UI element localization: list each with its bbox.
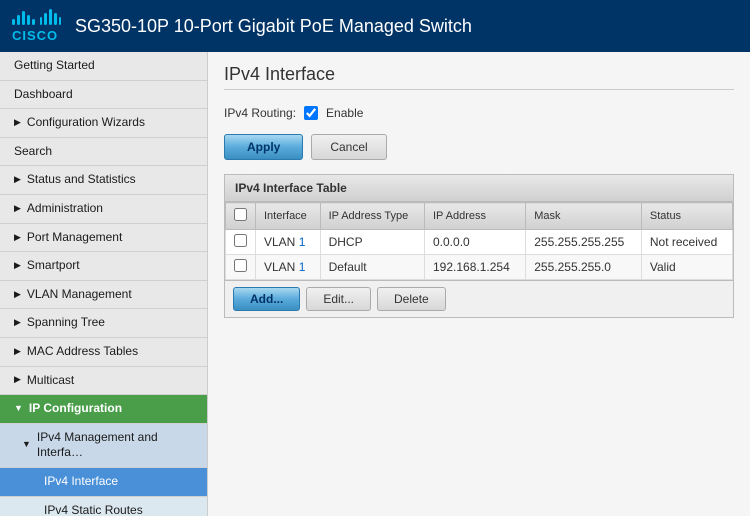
sidebar-item-administration[interactable]: ▶ Administration bbox=[0, 195, 207, 224]
col-header-status: Status bbox=[641, 203, 732, 230]
delete-button[interactable]: Delete bbox=[377, 287, 446, 311]
expand-icon: ▶ bbox=[14, 289, 21, 301]
cell-status: Valid bbox=[641, 255, 732, 280]
routing-label: IPv4 Routing: bbox=[224, 106, 296, 120]
sidebar-item-dashboard[interactable]: Dashboard bbox=[0, 81, 207, 110]
expand-icon: ▼ bbox=[22, 439, 31, 451]
expand-icon: ▶ bbox=[14, 232, 21, 244]
sidebar-item-label: Getting Started bbox=[14, 58, 95, 74]
add-button[interactable]: Add... bbox=[233, 287, 300, 311]
routing-checkbox[interactable] bbox=[304, 106, 318, 120]
cell-status: Not received bbox=[641, 230, 732, 255]
header: CISCO SG350-10P 10-Port Gigabit PoE Mana… bbox=[0, 0, 750, 52]
sidebar-item-port-management[interactable]: ▶ Port Management bbox=[0, 224, 207, 253]
cancel-button[interactable]: Cancel bbox=[311, 134, 386, 160]
table-action-row: Add... Edit... Delete bbox=[225, 280, 733, 317]
sidebar-item-label: Administration bbox=[27, 201, 103, 217]
cisco-logo-text: CISCO bbox=[12, 28, 61, 43]
cell-mask: 255.255.255.0 bbox=[526, 255, 642, 280]
sidebar-item-label: IPv4 Interface bbox=[44, 474, 118, 490]
row-checkbox-cell bbox=[226, 255, 256, 280]
sidebar-item-label: Multicast bbox=[27, 373, 74, 389]
sidebar-item-status-stats[interactable]: ▶ Status and Statistics bbox=[0, 166, 207, 195]
sidebar-item-label: Smartport bbox=[27, 258, 80, 274]
expand-icon: ▶ bbox=[14, 174, 21, 186]
cell-ip-type: DHCP bbox=[320, 230, 424, 255]
sidebar-item-label: Dashboard bbox=[14, 87, 73, 103]
sidebar-item-label: Configuration Wizards bbox=[27, 115, 145, 131]
sidebar-item-ipv4-static-routes[interactable]: IPv4 Static Routes bbox=[0, 497, 207, 516]
edit-button[interactable]: Edit... bbox=[306, 287, 371, 311]
vlan-link[interactable]: 1 bbox=[299, 260, 306, 274]
vlan-link[interactable]: 1 bbox=[299, 235, 306, 249]
routing-enable-label: Enable bbox=[326, 106, 363, 120]
sidebar-item-mac-address-tables[interactable]: ▶ MAC Address Tables bbox=[0, 338, 207, 367]
sidebar-item-label: IPv4 Static Routes bbox=[44, 503, 143, 516]
ipv4-interface-table: Interface IP Address Type IP Address Mas… bbox=[225, 202, 733, 280]
sidebar-item-ip-configuration[interactable]: ▼ IP Configuration bbox=[0, 395, 207, 424]
sidebar-item-label: Spanning Tree bbox=[27, 315, 105, 331]
cell-ip-type: Default bbox=[320, 255, 424, 280]
sidebar-item-ipv4-mgmt[interactable]: ▼ IPv4 Management and Interfa… bbox=[0, 424, 207, 468]
sidebar-item-spanning-tree[interactable]: ▶ Spanning Tree bbox=[0, 309, 207, 338]
sidebar-item-label: IP Configuration bbox=[29, 401, 122, 417]
sidebar-item-label: Status and Statistics bbox=[27, 172, 136, 188]
content-area: IPv4 Interface IPv4 Routing: Enable Appl… bbox=[208, 52, 750, 516]
apply-button[interactable]: Apply bbox=[224, 134, 303, 160]
sidebar-item-vlan-management[interactable]: ▶ VLAN Management bbox=[0, 281, 207, 310]
sidebar-item-label: IPv4 Management and Interfa… bbox=[37, 430, 197, 461]
table-row: VLAN 1DHCP0.0.0.0255.255.255.255Not rece… bbox=[226, 230, 733, 255]
cisco-logo: CISCO bbox=[12, 9, 61, 43]
cell-interface: VLAN 1 bbox=[256, 230, 321, 255]
sidebar-item-label: MAC Address Tables bbox=[27, 344, 138, 360]
sidebar: Getting Started Dashboard ▶ Configuratio… bbox=[0, 52, 208, 516]
button-row: Apply Cancel bbox=[224, 134, 734, 160]
sidebar-item-search[interactable]: Search bbox=[0, 138, 207, 167]
expand-icon: ▶ bbox=[14, 346, 21, 358]
select-all-checkbox[interactable] bbox=[234, 208, 247, 221]
table-title: IPv4 Interface Table bbox=[225, 175, 733, 202]
table-row: VLAN 1Default192.168.1.254255.255.255.0V… bbox=[226, 255, 733, 280]
cell-ip-address: 0.0.0.0 bbox=[425, 230, 526, 255]
main-layout: Getting Started Dashboard ▶ Configuratio… bbox=[0, 52, 750, 516]
expand-icon: ▶ bbox=[14, 374, 21, 386]
col-header-interface: Interface bbox=[256, 203, 321, 230]
sidebar-item-config-wizards[interactable]: ▶ Configuration Wizards bbox=[0, 109, 207, 138]
sidebar-item-label: Port Management bbox=[27, 230, 122, 246]
routing-row: IPv4 Routing: Enable bbox=[224, 102, 734, 124]
expand-icon: ▼ bbox=[14, 403, 23, 415]
sidebar-item-label: Search bbox=[14, 144, 52, 160]
expand-icon: ▶ bbox=[14, 317, 21, 329]
row-checkbox-cell bbox=[226, 230, 256, 255]
expand-icon: ▶ bbox=[14, 203, 21, 215]
ipv4-interface-table-section: IPv4 Interface Table Interface IP Addres… bbox=[224, 174, 734, 318]
cell-ip-address: 192.168.1.254 bbox=[425, 255, 526, 280]
row-checkbox[interactable] bbox=[234, 234, 247, 247]
sidebar-item-getting-started[interactable]: Getting Started bbox=[0, 52, 207, 81]
row-checkbox[interactable] bbox=[234, 259, 247, 272]
page-title: IPv4 Interface bbox=[224, 64, 734, 90]
expand-icon: ▶ bbox=[14, 117, 21, 129]
header-title: SG350-10P 10-Port Gigabit PoE Managed Sw… bbox=[75, 16, 472, 37]
col-header-ip-type: IP Address Type bbox=[320, 203, 424, 230]
col-header-checkbox bbox=[226, 203, 256, 230]
cell-interface: VLAN 1 bbox=[256, 255, 321, 280]
cell-mask: 255.255.255.255 bbox=[526, 230, 642, 255]
sidebar-item-multicast[interactable]: ▶ Multicast bbox=[0, 367, 207, 396]
sidebar-item-ipv4-interface[interactable]: IPv4 Interface bbox=[0, 468, 207, 497]
sidebar-item-smartport[interactable]: ▶ Smartport bbox=[0, 252, 207, 281]
col-header-mask: Mask bbox=[526, 203, 642, 230]
expand-icon: ▶ bbox=[14, 260, 21, 272]
cisco-logo-icon bbox=[12, 9, 61, 25]
col-header-ip-address: IP Address bbox=[425, 203, 526, 230]
sidebar-item-label: VLAN Management bbox=[27, 287, 132, 303]
